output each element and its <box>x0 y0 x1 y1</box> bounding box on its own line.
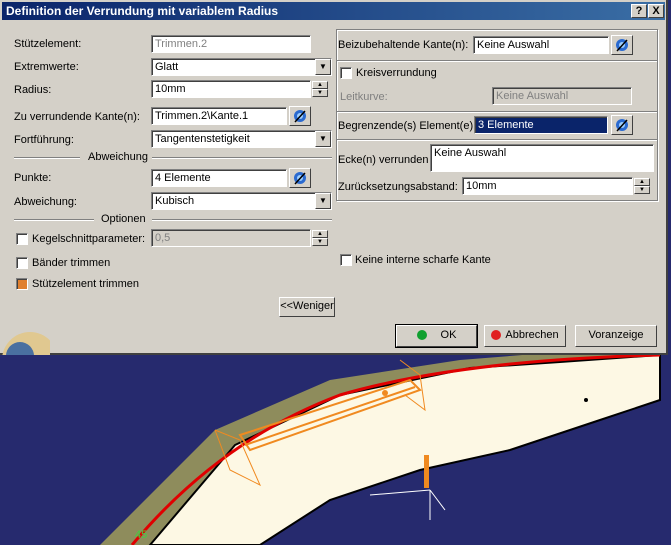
support-field[interactable]: Trimmen.2 <box>151 35 311 53</box>
setback-field[interactable]: 10mm <box>462 177 633 195</box>
conic-spinner[interactable]: ▲ ▼ <box>312 230 328 246</box>
points-picker-button[interactable] <box>289 168 311 188</box>
ok-label: OK <box>440 329 457 341</box>
circle-fillet-checkbox[interactable] <box>340 67 352 79</box>
app-logo-icon <box>2 332 50 355</box>
variation-combo[interactable]: Kubisch <box>151 192 332 210</box>
radius-label: Radius: <box>14 84 52 96</box>
cancel-label: Abbrechen <box>505 329 559 341</box>
right-panel <box>336 29 658 201</box>
selection-icon <box>616 39 628 52</box>
selection-icon <box>294 110 306 123</box>
options-separator-right <box>152 219 332 221</box>
propagation-value: Tangentenstetigkeit <box>155 133 250 145</box>
propagation-dropdown-icon[interactable]: ▼ <box>315 131 331 147</box>
cancel-button[interactable]: Abbrechen <box>484 325 566 347</box>
extreme-combo[interactable]: Glatt <box>151 58 332 76</box>
propagation-combo[interactable]: Tangentenstetigkeit <box>151 130 332 148</box>
conic-field[interactable]: 0,5 <box>151 229 311 247</box>
limiting-label: Begrenzende(s) Element(e): <box>338 120 477 132</box>
no-sharp-edge-checkbox[interactable] <box>340 254 352 266</box>
radius-field[interactable]: 10mm <box>151 80 311 98</box>
close-button[interactable]: X <box>648 4 664 18</box>
ok-icon <box>416 330 427 341</box>
variation-label: Abweichung: <box>14 196 77 208</box>
variation-separator-right <box>152 157 332 159</box>
spine-field[interactable]: Keine Auswahl <box>492 87 632 105</box>
keep-edges-label: Beizubehaltende Kante(n): <box>338 39 469 51</box>
variation-separator-left <box>14 157 80 159</box>
variation-header: Abweichung <box>88 151 148 163</box>
limiting-separator <box>337 139 657 141</box>
variation-dropdown-icon[interactable]: ▼ <box>315 193 331 209</box>
trim-ribbons-checkbox[interactable] <box>16 257 28 269</box>
circle-fillet-label: Kreisverrundung <box>356 67 437 79</box>
radius-spinner[interactable]: ▲ ▼ <box>312 81 328 97</box>
points-field[interactable]: 4 Elemente <box>151 169 287 187</box>
spine-separator <box>337 111 657 113</box>
trim-support-label: Stützelement trimmen <box>32 278 139 290</box>
propagation-label: Fortführung: <box>14 134 74 146</box>
variation-value: Kubisch <box>155 195 195 207</box>
ok-button[interactable]: OK <box>395 324 478 348</box>
setback-spinner[interactable]: ▲ ▼ <box>634 178 650 194</box>
options-header: Optionen <box>101 213 146 225</box>
no-sharp-edge-label: Keine interne scharfe Kante <box>355 254 491 266</box>
dialog-title: Definition der Verrundung mit variablem … <box>2 2 665 20</box>
support-label: Stützelement: <box>14 38 82 50</box>
edges-picker-button[interactable] <box>289 106 311 126</box>
conic-checkbox[interactable] <box>16 233 28 245</box>
limiting-picker-button[interactable] <box>611 115 633 135</box>
points-label: Punkte: <box>14 172 52 184</box>
help-button[interactable]: ? <box>631 4 647 18</box>
corners-field[interactable]: Keine Auswahl <box>430 144 654 172</box>
trim-support-checkbox[interactable] <box>16 278 28 290</box>
point-marker[interactable] <box>382 390 388 396</box>
keep-edges-separator <box>337 60 657 62</box>
edges-label: Zu verrundende Kante(n): <box>14 111 140 123</box>
corners-label: Ecke(n) verrunden <box>338 154 429 166</box>
conic-label: Kegelschnittparameter: <box>32 233 146 245</box>
selection-icon <box>616 119 628 132</box>
axis-label: 45 <box>135 529 147 541</box>
trim-ribbons-label: Bänder trimmen <box>32 257 111 269</box>
less-button[interactable]: <<Weniger <box>279 297 335 317</box>
cancel-icon <box>491 330 502 341</box>
limiting-value: 3 Elemente <box>478 119 534 131</box>
keep-edges-picker-button[interactable] <box>611 35 633 55</box>
options-separator-left <box>14 219 94 221</box>
extreme-label: Extremwerte: <box>14 61 79 73</box>
selection-icon <box>294 172 306 185</box>
point-marker-end[interactable] <box>584 398 588 402</box>
edges-field[interactable]: Trimmen.2\Kante.1 <box>151 107 287 125</box>
extreme-dropdown-icon[interactable]: ▼ <box>315 59 331 75</box>
fillet-dialog: Definition der Verrundung mit variablem … <box>0 0 668 355</box>
extreme-value: Glatt <box>155 61 179 73</box>
limiting-field[interactable]: 3 Elemente <box>474 116 608 134</box>
setback-label: Zurücksetzungsabstand: <box>338 181 458 193</box>
spine-label: Leitkurve: <box>340 91 388 103</box>
preview-button[interactable]: Voranzeige <box>575 325 657 347</box>
keep-edges-field[interactable]: Keine Auswahl <box>473 36 609 54</box>
